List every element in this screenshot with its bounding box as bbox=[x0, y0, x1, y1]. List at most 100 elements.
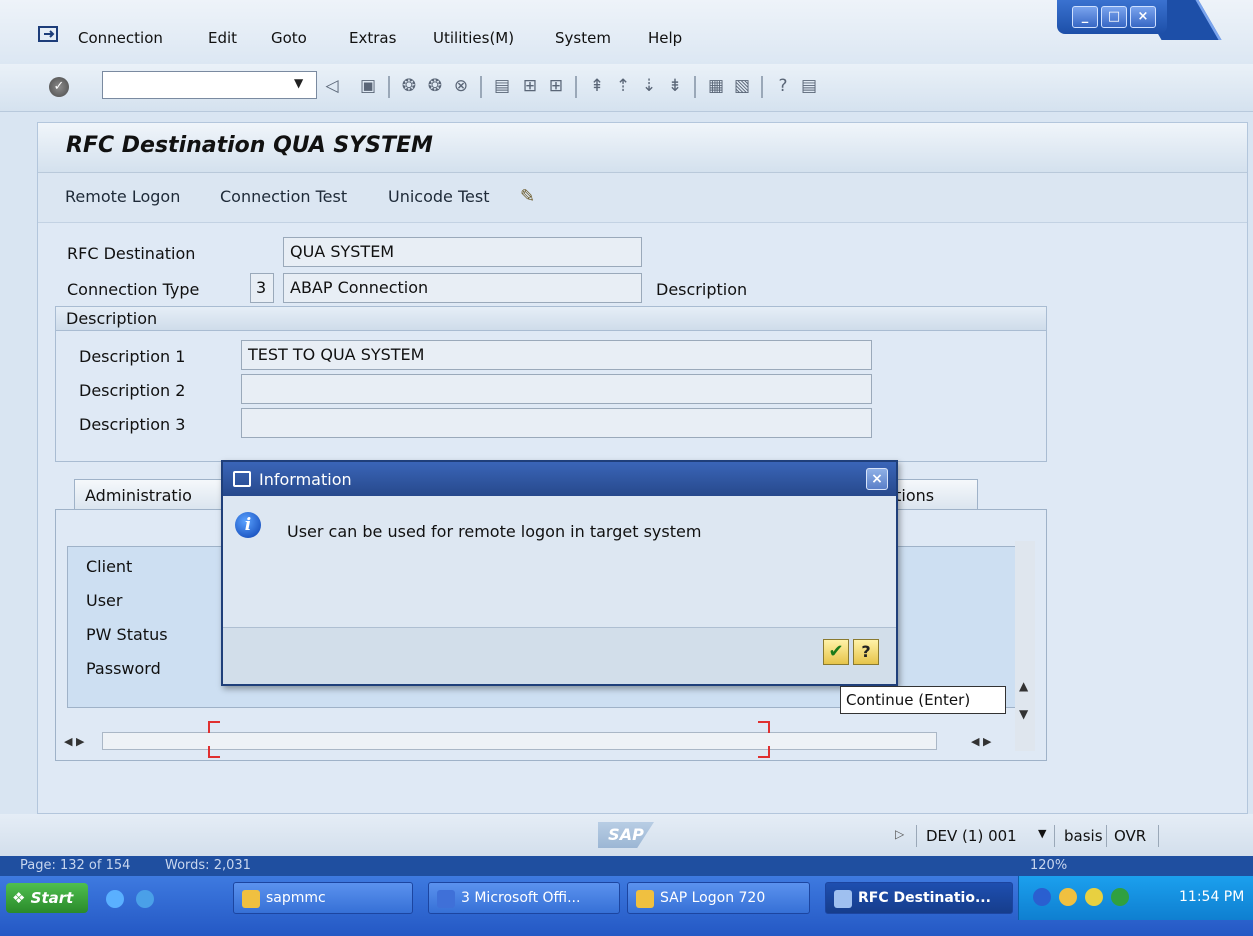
first-page-icon[interactable]: ⇞ bbox=[587, 76, 607, 96]
layout-menu-icon[interactable]: ▤ bbox=[799, 76, 819, 96]
system-info[interactable]: DEV (1) 001 bbox=[926, 827, 1017, 845]
taskbar: ❖ Start sapmmc 3 Microsoft Offi... SAP L… bbox=[0, 876, 1253, 936]
sapmmc-icon bbox=[242, 890, 260, 908]
dialog-message: User can be used for remote logon in tar… bbox=[287, 522, 702, 541]
toolbar-separator bbox=[388, 76, 390, 98]
status-expand-icon[interactable]: ▷ bbox=[895, 827, 904, 841]
focus-marker bbox=[758, 721, 770, 733]
find-next-icon[interactable]: ⊞ bbox=[546, 76, 566, 96]
word-status-strip: Page: 132 of 154 Words: 2,031 120% bbox=[0, 856, 1253, 876]
menu-edit[interactable]: Edit bbox=[208, 29, 237, 47]
dialog-help-button[interactable]: ? bbox=[853, 639, 879, 665]
save-icon[interactable]: ▣ bbox=[358, 76, 378, 96]
edit-pen-icon[interactable]: ✎ bbox=[520, 186, 535, 207]
description-3-field[interactable] bbox=[241, 408, 872, 438]
description-group-title: Description bbox=[66, 309, 158, 328]
help-icon[interactable]: ? bbox=[773, 76, 793, 96]
horizontal-scrollbar[interactable] bbox=[102, 732, 937, 750]
dialog-title: Information bbox=[259, 470, 352, 489]
menu-system[interactable]: System bbox=[555, 29, 611, 47]
menu-utilities[interactable]: Utilities(M) bbox=[433, 29, 514, 47]
remote-logon-button[interactable]: Remote Logon bbox=[65, 187, 180, 206]
previous-page-icon[interactable]: ⇡ bbox=[613, 76, 633, 96]
application-toolbar: Remote Logon Connection Test Unicode Tes… bbox=[38, 173, 1247, 223]
status-separator bbox=[1054, 825, 1055, 847]
sap-tray-icon[interactable] bbox=[1059, 888, 1077, 906]
dialog-close-button[interactable]: × bbox=[866, 468, 888, 490]
security-shield-icon[interactable] bbox=[1085, 888, 1103, 906]
continue-button[interactable]: ✔ bbox=[823, 639, 849, 665]
toolbar-separator bbox=[761, 76, 763, 98]
insert-mode[interactable]: OVR bbox=[1114, 827, 1146, 845]
close-window-button[interactable]: × bbox=[1130, 6, 1156, 28]
description-label: Description bbox=[656, 280, 748, 299]
menu-extras[interactable]: Extras bbox=[349, 29, 396, 47]
information-dialog: Information × i User can be used for rem… bbox=[221, 460, 898, 686]
window-menu-icon[interactable] bbox=[38, 26, 58, 42]
command-dropdown-icon[interactable]: ▼ bbox=[294, 76, 303, 90]
description-1-field[interactable]: TEST TO QUA SYSTEM bbox=[241, 340, 872, 370]
taskbar-item-sapmmc[interactable]: sapmmc bbox=[233, 882, 413, 914]
menu-help[interactable]: Help bbox=[648, 29, 682, 47]
pw-status-label: PW Status bbox=[86, 625, 168, 644]
collapse-arrow-icon[interactable]: ◁ bbox=[322, 76, 342, 96]
scroll-right-icon[interactable]: ◀ ▶ bbox=[971, 735, 991, 748]
focus-marker bbox=[208, 746, 220, 758]
windows-logo-icon: ❖ bbox=[12, 889, 31, 907]
rfc-destination-field[interactable]: QUA SYSTEM bbox=[283, 237, 642, 267]
dialog-title-bar: Information × bbox=[223, 462, 896, 496]
focus-marker bbox=[208, 721, 220, 733]
help-tray-icon[interactable] bbox=[1033, 888, 1051, 906]
taskbar-item-sap-logon[interactable]: SAP Logon 720 bbox=[627, 882, 810, 914]
scroll-up-icon[interactable]: ▲ bbox=[1019, 679, 1028, 693]
word-count: Words: 2,031 bbox=[165, 858, 251, 873]
word-page-count: Page: 132 of 154 bbox=[20, 858, 131, 873]
standard-toolbar: ✓ ▼ ◁ ▣ ❂ ❂ ⊗ ▤ ⊞ ⊞ ⇞ ⇡ ⇣ ⇟ ▦ ▧ ? ▤ bbox=[0, 64, 1253, 112]
shortcut-icon[interactable]: ▧ bbox=[732, 76, 752, 96]
word-zoom: 120% bbox=[1030, 858, 1068, 873]
taskbar-item-rfc-destination[interactable]: RFC Destinatio... bbox=[825, 882, 1013, 914]
description-2-label: Description 2 bbox=[79, 381, 186, 400]
command-field[interactable] bbox=[102, 71, 317, 99]
back-icon[interactable]: ❂ bbox=[399, 76, 419, 96]
tab-administration[interactable]: Administratio bbox=[74, 479, 234, 509]
exit-icon[interactable]: ❂ bbox=[425, 76, 445, 96]
menu-connection[interactable]: Connection bbox=[78, 29, 163, 47]
connection-type-code-field[interactable]: 3 bbox=[250, 273, 274, 303]
connection-type-label: Connection Type bbox=[67, 280, 200, 299]
description-group-header: Description bbox=[56, 307, 1046, 331]
unicode-test-button[interactable]: Unicode Test bbox=[388, 187, 489, 206]
last-page-icon[interactable]: ⇟ bbox=[665, 76, 685, 96]
connection-test-button[interactable]: Connection Test bbox=[220, 187, 347, 206]
new-session-icon[interactable]: ▦ bbox=[706, 76, 726, 96]
menu-goto[interactable]: Goto bbox=[271, 29, 307, 47]
dialog-window-icon bbox=[233, 471, 251, 487]
find-icon[interactable]: ⊞ bbox=[520, 76, 540, 96]
connection-type-field[interactable]: ABAP Connection bbox=[283, 273, 642, 303]
show-desktop-icon[interactable] bbox=[106, 890, 124, 908]
description-2-field[interactable] bbox=[241, 374, 872, 404]
tray-clock: 11:54 PM bbox=[1179, 889, 1245, 905]
print-icon[interactable]: ▤ bbox=[492, 76, 512, 96]
taskbar-item-label: SAP Logon 720 bbox=[660, 890, 766, 906]
system-dropdown-icon[interactable]: ▼ bbox=[1038, 827, 1046, 840]
description-group: Description Description 1 TEST TO QUA SY… bbox=[55, 306, 1047, 462]
password-label: Password bbox=[86, 659, 161, 678]
taskbar-item-microsoft-office[interactable]: 3 Microsoft Offi... bbox=[428, 882, 620, 914]
status-bar: SAP ▷ DEV (1) 001 ▼ basis OVR bbox=[0, 814, 1253, 856]
scroll-left-icon[interactable]: ◀ ▶ bbox=[64, 735, 84, 748]
internet-explorer-icon[interactable] bbox=[136, 890, 154, 908]
scroll-down-icon[interactable]: ▼ bbox=[1019, 707, 1028, 721]
taskbar-item-label: 3 Microsoft Offi... bbox=[461, 890, 581, 906]
maximize-button[interactable]: □ bbox=[1101, 6, 1127, 28]
rfc-destination-label: RFC Destination bbox=[67, 244, 196, 263]
enter-check-icon[interactable]: ✓ bbox=[49, 77, 69, 97]
page-title: RFC Destination QUA SYSTEM bbox=[66, 133, 433, 158]
menu-bar: Connection Edit Goto Extras Utilities(M)… bbox=[0, 0, 1253, 64]
start-button[interactable]: ❖ Start bbox=[6, 883, 88, 913]
network-icon[interactable] bbox=[1111, 888, 1129, 906]
cancel-icon[interactable]: ⊗ bbox=[451, 76, 471, 96]
next-page-icon[interactable]: ⇣ bbox=[639, 76, 659, 96]
sap-logo: SAP bbox=[598, 822, 654, 848]
minimize-button[interactable]: _ bbox=[1072, 6, 1098, 28]
